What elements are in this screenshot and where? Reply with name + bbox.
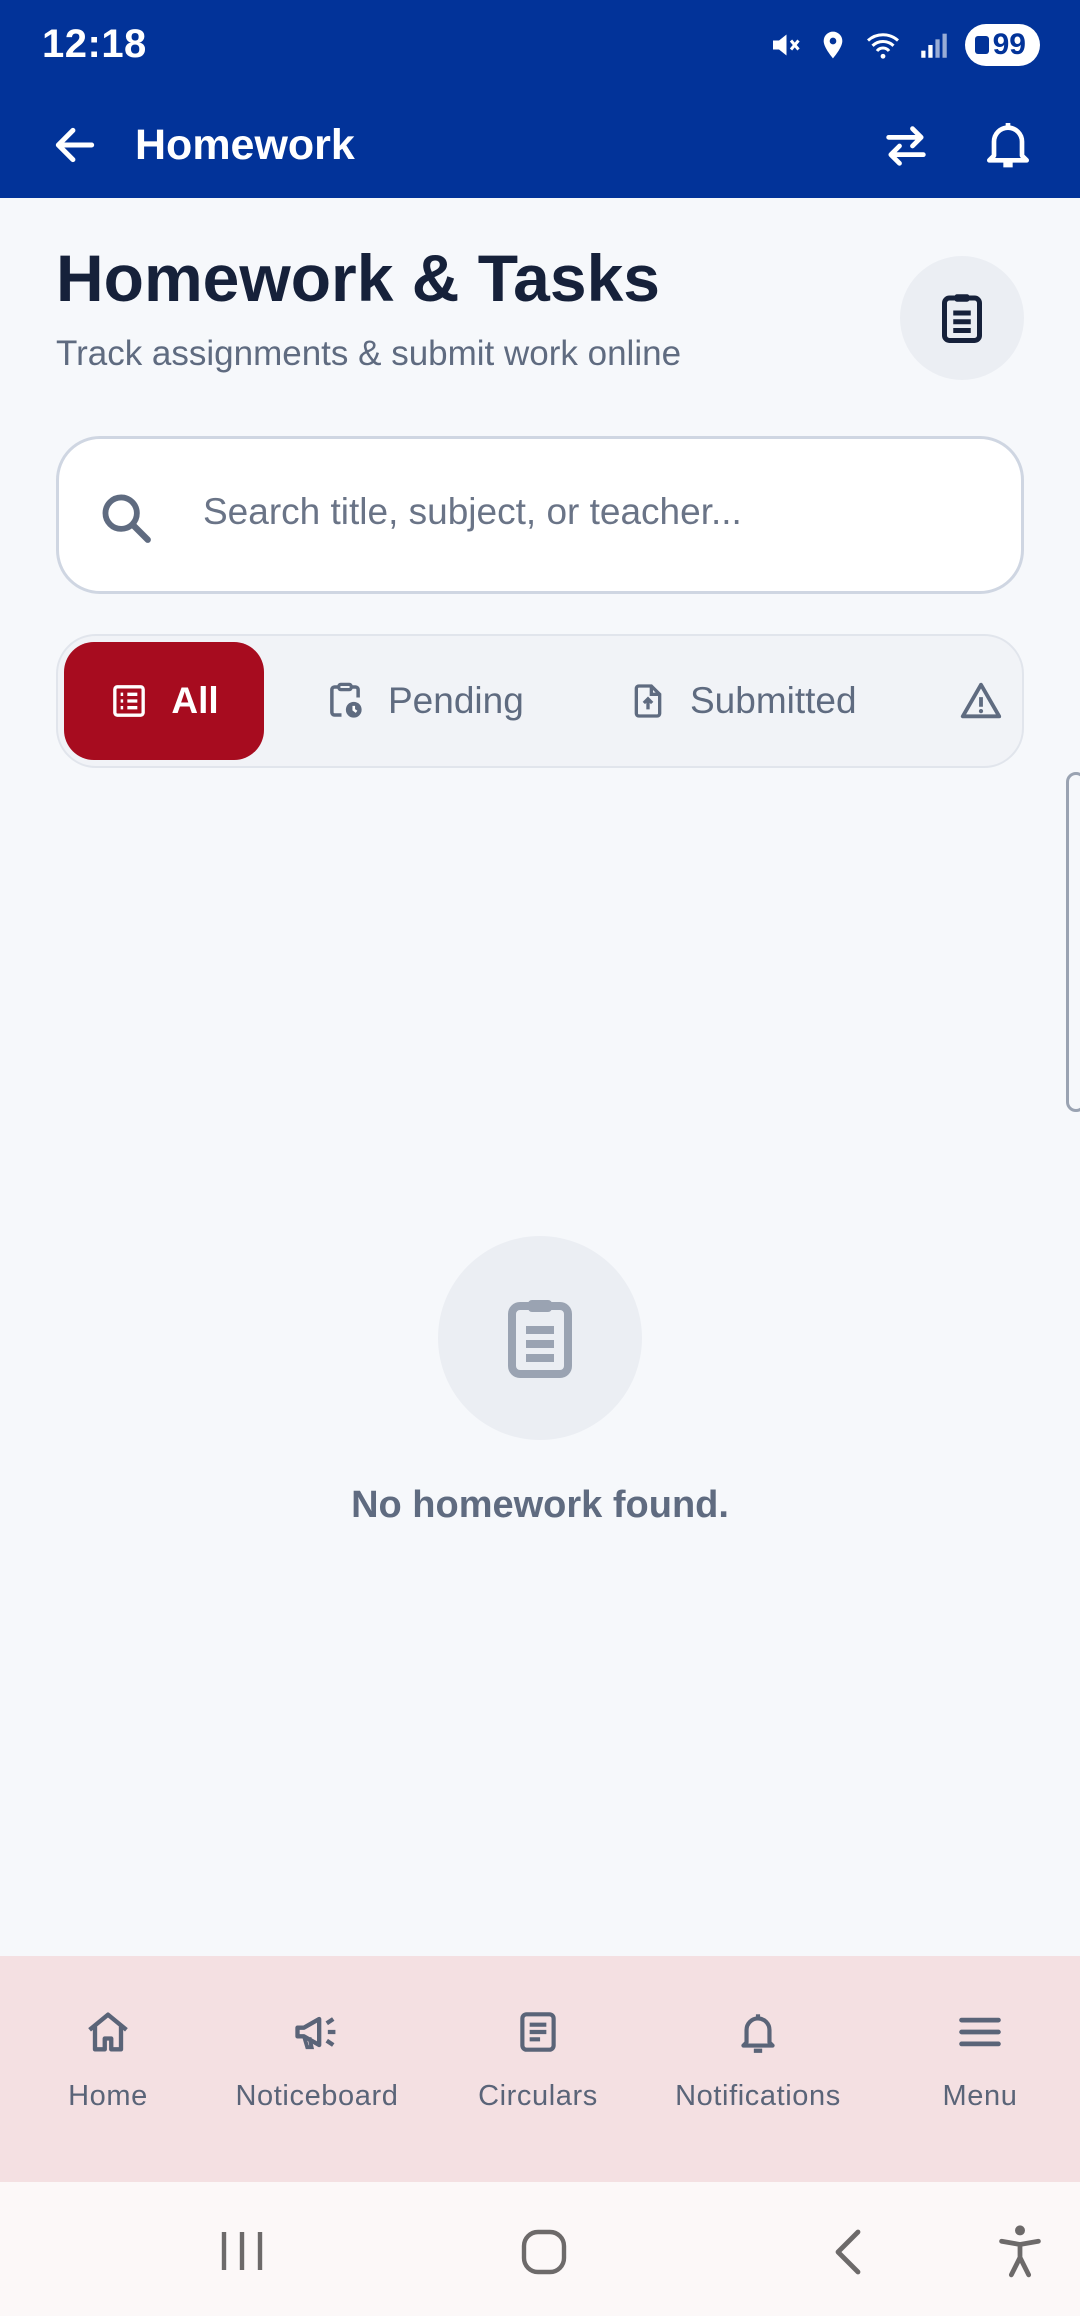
swap-icon[interactable] <box>880 120 932 172</box>
back-button-icon[interactable] <box>826 2226 870 2278</box>
home-button-icon[interactable] <box>518 2226 570 2278</box>
status-icons: 99 <box>767 22 1040 68</box>
status-time: 12:18 <box>42 22 147 66</box>
status-bar: 12:18 99 <box>0 0 1080 92</box>
filter-tabs: All Pending Submitted <box>56 634 1024 768</box>
search-input[interactable]: Search title, subject, or teacher... <box>56 436 1024 594</box>
battery-icon: 99 <box>964 24 1040 66</box>
search-icon <box>102 494 151 543</box>
home-icon <box>88 2012 128 2052</box>
page-subtitle: Track assignments & submit work online <box>56 334 682 373</box>
header-badge <box>900 256 1024 380</box>
tab-all[interactable]: All <box>64 642 264 760</box>
mute-icon <box>772 34 800 56</box>
nav-circulars[interactable]: Circulars <box>430 1956 646 2182</box>
signal-icon <box>920 33 947 58</box>
nav-home[interactable]: Home <box>0 1956 216 2182</box>
empty-state-badge <box>438 1236 642 1440</box>
back-arrow-icon[interactable] <box>50 120 100 170</box>
nav-notifications[interactable]: Notifications <box>650 1956 866 2182</box>
bell-icon <box>741 2014 775 2053</box>
menu-icon <box>959 2017 1001 2047</box>
tab-overdue[interactable] <box>958 642 1022 760</box>
nav-notifications-label: Notifications <box>675 2080 841 2112</box>
list-icon <box>113 685 146 717</box>
nav-menu[interactable]: Menu <box>872 1956 1080 2182</box>
location-icon <box>823 31 842 59</box>
file-upload-icon <box>634 684 662 718</box>
nav-noticeboard-label: Noticeboard <box>235 2080 399 2112</box>
warning-icon <box>960 682 1002 719</box>
accessibility-icon[interactable] <box>994 2222 1046 2280</box>
clipboard-icon <box>508 1300 572 1378</box>
app-bar: Homework <box>0 92 1080 198</box>
bell-icon[interactable] <box>980 116 1036 172</box>
search-placeholder: Search title, subject, or teacher... <box>203 491 742 532</box>
megaphone-icon <box>295 2016 336 2050</box>
tab-all-label: All <box>171 680 219 721</box>
wifi-icon <box>866 33 899 59</box>
empty-state-message: No homework found. <box>351 1484 729 1526</box>
battery-level: 99 <box>992 28 1026 61</box>
tab-pending-label: Pending <box>388 680 524 721</box>
recents-icon[interactable] <box>214 2228 270 2274</box>
scroll-indicator[interactable] <box>1066 772 1080 1112</box>
nav-home-label: Home <box>68 2080 148 2112</box>
clipboard-clock-icon <box>330 682 362 718</box>
nav-menu-label: Menu <box>942 2080 1018 2112</box>
bottom-navigation: Home Noticeboard Circulars Notifications… <box>0 1956 1080 2182</box>
nav-circulars-label: Circulars <box>478 2080 598 2112</box>
tab-submitted[interactable]: Submitted <box>628 642 857 760</box>
nav-noticeboard[interactable]: Noticeboard <box>209 1956 425 2182</box>
clipboard-icon <box>942 294 982 343</box>
app-bar-title: Homework <box>135 121 355 169</box>
tab-submitted-label: Submitted <box>690 680 857 721</box>
system-navigation-bar <box>0 2182 1080 2316</box>
page-title: Homework & Tasks <box>56 241 660 315</box>
document-icon <box>520 2012 556 2052</box>
tab-pending[interactable]: Pending <box>324 642 524 760</box>
